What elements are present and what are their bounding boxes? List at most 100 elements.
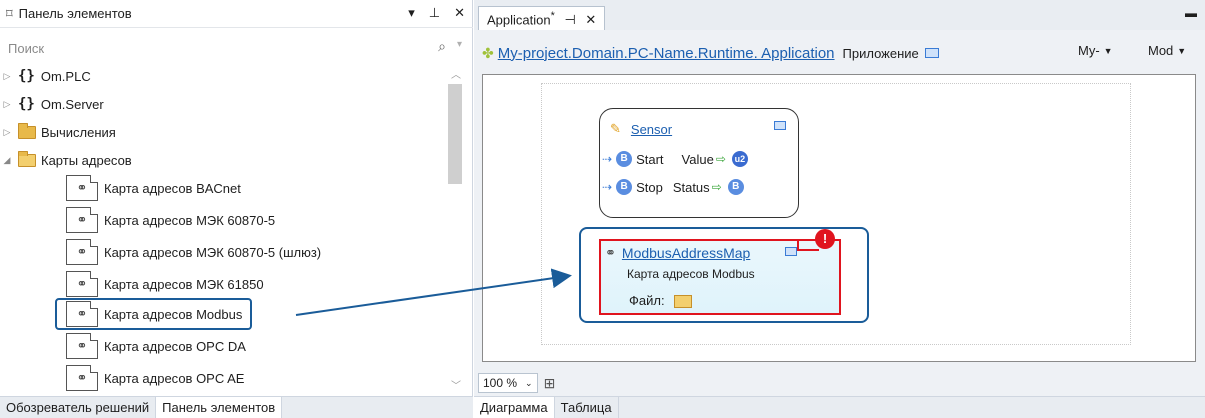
pin-label: Value xyxy=(681,151,714,167)
toolbox-item-iec-61850[interactable]: ⚭ Карта адресов МЭК 61850 xyxy=(66,270,264,298)
toolbox-item-iec-60870[interactable]: ⚭ Карта адресов МЭК 60870-5 xyxy=(66,206,275,234)
object-combo-value: Mod xyxy=(1148,43,1174,58)
scrollbar-thumb[interactable] xyxy=(448,84,462,184)
chevron-down-icon[interactable]: ▼ xyxy=(1104,46,1113,56)
pin-label: Status xyxy=(672,179,710,195)
folder-open-icon[interactable] xyxy=(674,295,693,309)
zoom-bar: 100 % ⌄ ⊞ xyxy=(478,372,1201,394)
chevron-down-icon[interactable]: ▾ xyxy=(457,39,462,50)
chevron-down-icon[interactable]: ▼ xyxy=(1177,46,1186,56)
toolbox-tree: ▷ {} Om.PLC ▷ {} Om.Server ▷ Вычисления … xyxy=(0,64,445,394)
tab-table[interactable]: Таблица xyxy=(555,397,619,418)
u2-type-icon: u2 xyxy=(731,151,748,167)
close-icon[interactable]: ✕ xyxy=(585,12,596,27)
address-map-icon: ⚭ xyxy=(66,365,98,391)
expand-icon[interactable]: ▷ xyxy=(0,99,14,110)
toolbox-header: ⌑ Панель элементов ▾ ⊥ ✕ xyxy=(0,0,473,28)
pin-label: Start xyxy=(636,151,664,167)
zoom-value: 100 % xyxy=(483,376,518,390)
chevron-down-icon[interactable]: ⌄ xyxy=(525,378,533,389)
input-pin-icon[interactable]: ⇢ xyxy=(602,152,612,166)
tree-item-address-maps[interactable]: ◢ Карты адресов xyxy=(0,148,132,172)
pin-label: Stop xyxy=(636,179,663,195)
pin-icon[interactable]: ⊥ xyxy=(429,5,440,21)
address-map-icon: ⚭ xyxy=(66,333,98,359)
properties-icon[interactable] xyxy=(924,48,939,58)
tab-solution-explorer[interactable]: Обозреватель решений xyxy=(0,397,157,418)
project-combo[interactable]: My- ▼ xyxy=(1078,43,1113,58)
modbus-selection-frame[interactable]: ⚭ ModbusAddressMap ! Карта адресов Modbu… xyxy=(579,227,869,323)
tab-diagram[interactable]: Диаграмма xyxy=(474,397,555,418)
sensor-row-start: ⇢ B Start Value ⇨ u2 xyxy=(602,151,752,167)
expand-icon[interactable]: ▷ xyxy=(0,71,14,82)
toolbox-item-label: Карта адресов МЭК 60870-5 xyxy=(104,212,276,228)
toolbox-item-bacnet[interactable]: ⚭ Карта адресов BACnet xyxy=(66,174,241,202)
modified-marker: * xyxy=(550,10,555,22)
bool-type-icon: B xyxy=(616,179,633,195)
object-combo[interactable]: Mod ▼ xyxy=(1148,43,1186,58)
modbus-block[interactable]: ⚭ ModbusAddressMap ! Карта адресов Modbu… xyxy=(599,229,841,315)
scroll-up-icon[interactable]: ︿ xyxy=(451,66,461,81)
toolbox-panel: ⌑ Панель элементов ▾ ⊥ ✕ Поиск ⌕ ▾ ▷ {} … xyxy=(0,0,473,418)
toolbox-item-modbus[interactable]: ⚭ Карта адресов Modbus xyxy=(55,298,253,330)
address-map-icon: ⚭ xyxy=(66,175,98,201)
toolbox-item-label: Карта адресов BACnet xyxy=(104,180,241,196)
bool-type-icon: B xyxy=(727,179,744,195)
output-pin-icon[interactable]: ⇨ xyxy=(712,180,722,194)
grid-icon[interactable]: ⊞ xyxy=(544,375,556,392)
namespace-icon: {} xyxy=(18,68,35,84)
tab-toolbox[interactable]: Панель элементов xyxy=(156,397,283,418)
scroll-down-icon[interactable]: ﹀ xyxy=(451,377,461,392)
application-icon: ✤ xyxy=(482,44,494,61)
diagram-canvas[interactable]: ✎ Sensor ⇢ B Start Value ⇨ u2 ⇢ B Stop S… xyxy=(482,74,1196,362)
toolbox-item-label: Карта адресов OPC AE xyxy=(104,370,245,386)
sensor-row-stop: ⇢ B Stop Status ⇨ B xyxy=(602,179,748,195)
properties-icon[interactable] xyxy=(774,121,786,130)
error-icon[interactable]: ! xyxy=(815,229,835,249)
tab-title: Application xyxy=(487,12,551,28)
tree-item-calculations[interactable]: ▷ Вычисления xyxy=(0,120,116,144)
expand-icon[interactable]: ▷ xyxy=(0,127,14,138)
toolbox-item-label: Карта адресов МЭК 61850 xyxy=(104,276,264,292)
toolbox-item-opc-da[interactable]: ⚭ Карта адресов OPC DA xyxy=(66,332,246,360)
toolbox-bottom-tabs: Обозреватель решений Панель элементов xyxy=(0,396,473,418)
tab-application[interactable]: Application* ⊣ ✕ xyxy=(478,6,606,30)
modbus-description: Карта адресов Modbus xyxy=(627,267,755,281)
tree-item-om-server[interactable]: ▷ {} Om.Server xyxy=(0,92,104,116)
tree-item-label: Om.Server xyxy=(40,96,104,112)
toolbox-item-opc-ae[interactable]: ⚭ Карта адресов OPC AE xyxy=(66,364,244,392)
address-map-icon: ⚭ xyxy=(605,245,616,260)
window-menu-icon[interactable]: ▬ xyxy=(1185,6,1197,20)
search-input[interactable]: Поиск xyxy=(8,41,44,56)
tree-item-label: Карты адресов xyxy=(41,152,132,168)
dropdown-icon[interactable]: ▾ xyxy=(408,5,415,21)
document-area: Application* ⊣ ✕ ▬ ✤ My-project.Domain.P… xyxy=(474,0,1205,418)
toolbox-scrollbar[interactable]: ︿ ﹀ xyxy=(446,64,466,394)
document-bottom-tabs: Диаграмма Таблица xyxy=(474,396,1205,418)
properties-icon[interactable] xyxy=(785,247,797,256)
close-icon[interactable]: ✕ xyxy=(454,5,465,21)
project-combo-value: My- xyxy=(1078,43,1100,58)
object-type-label: Приложение xyxy=(842,45,919,61)
file-label: Файл: xyxy=(629,293,665,308)
tree-item-label: Вычисления xyxy=(41,124,116,140)
application-path-link[interactable]: My-project.Domain.PC-Name.Runtime. Appli… xyxy=(498,45,835,62)
tree-item-om-plc[interactable]: ▷ {} Om.PLC xyxy=(0,64,91,88)
zoom-select[interactable]: 100 % ⌄ xyxy=(478,373,538,393)
address-map-icon: ⚭ xyxy=(66,207,98,233)
sensor-name-link[interactable]: Sensor xyxy=(631,122,672,137)
pin-icon[interactable]: ⊣ xyxy=(564,12,575,27)
sensor-block[interactable]: ✎ Sensor ⇢ B Start Value ⇨ u2 ⇢ B Stop S… xyxy=(599,108,799,218)
collapse-icon[interactable]: ◢ xyxy=(0,155,14,166)
modbus-name-link[interactable]: ModbusAddressMap xyxy=(622,245,750,261)
document-toolbar: ✤ My-project.Domain.PC-Name.Runtime. App… xyxy=(478,40,1201,66)
sensor-icon: ✎ xyxy=(610,121,621,136)
address-map-icon: ⚭ xyxy=(66,271,98,297)
toolbox-search[interactable]: Поиск ⌕ ▾ xyxy=(0,36,470,60)
input-pin-icon[interactable]: ⇢ xyxy=(602,180,612,194)
search-icon[interactable]: ⌕ xyxy=(438,38,446,55)
toolbox-item-label: Карта адресов OPC DA xyxy=(104,338,246,354)
toolbox-item-iec-60870-gateway[interactable]: ⚭ Карта адресов МЭК 60870-5 (шлюз) xyxy=(66,238,321,266)
document-tabbar: Application* ⊣ ✕ ▬ xyxy=(474,0,1205,30)
output-pin-icon[interactable]: ⇨ xyxy=(716,152,726,166)
